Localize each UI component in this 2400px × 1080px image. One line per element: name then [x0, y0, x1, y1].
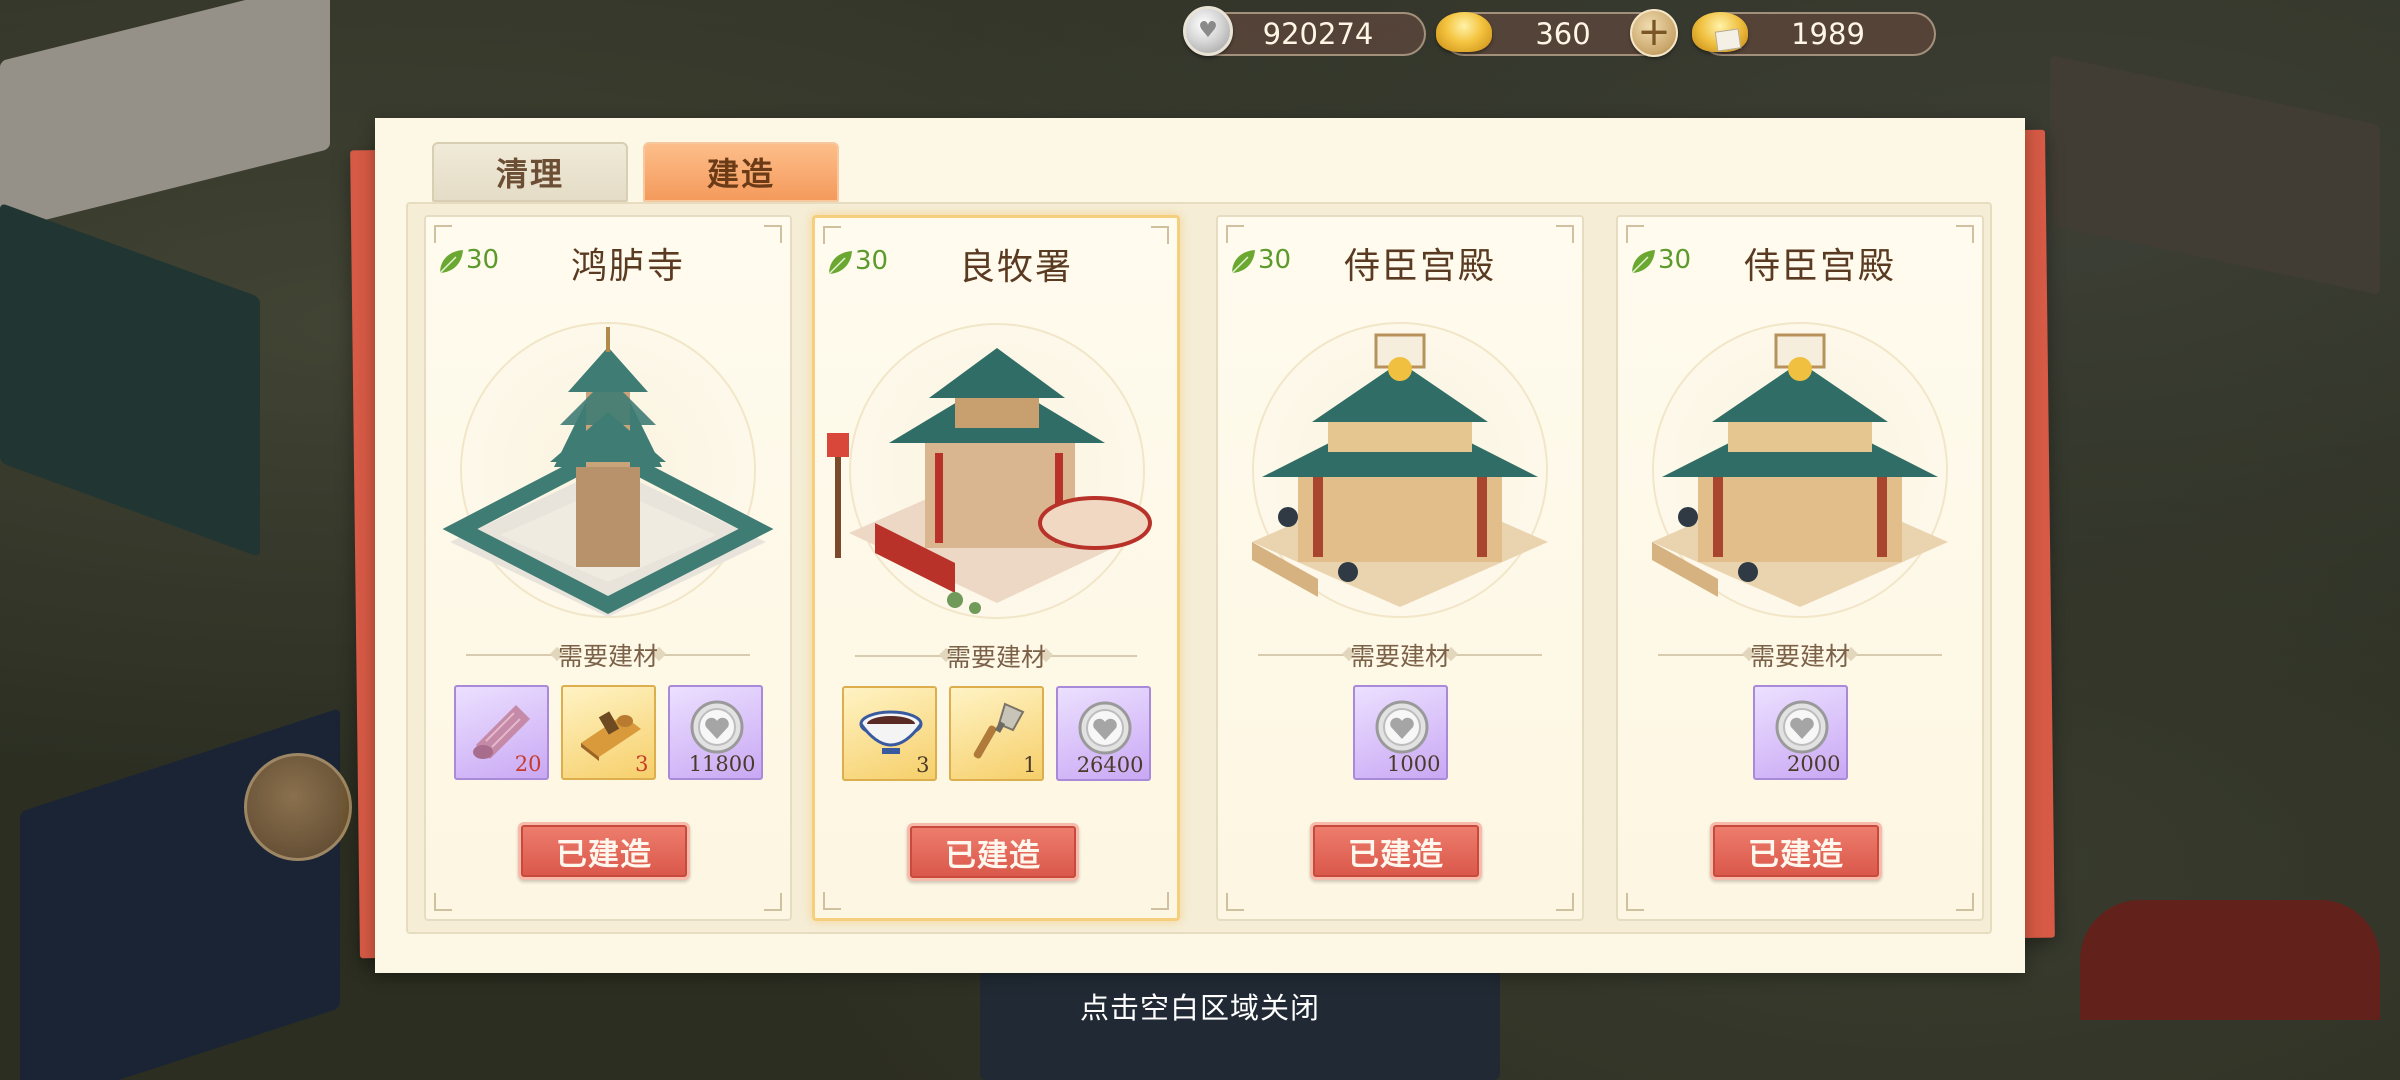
material-quantity: 2000: [1787, 752, 1841, 776]
material-quantity: 1000: [1387, 752, 1441, 776]
tab-build[interactable]: 建造: [643, 142, 839, 202]
building-card-3[interactable]: 30 侍臣宫殿 需要建材 1000 已建造: [1216, 215, 1584, 921]
materials-row: 3 1 26400: [815, 686, 1177, 781]
materials-row: 20 3 11800: [426, 685, 790, 780]
gold-amount: 360: [1535, 17, 1591, 51]
silver-coin-icon: [1183, 6, 1233, 56]
building-card-4[interactable]: 30 侍臣宫殿 需要建材 2000 已建造: [1616, 215, 1984, 921]
material-slot[interactable]: 26400: [1055, 686, 1151, 781]
building-name: 良牧署: [958, 247, 1073, 288]
silver-amount: 920274: [1262, 17, 1374, 51]
built-button[interactable]: 已建造: [518, 822, 690, 880]
materials-row: 1000: [1218, 685, 1582, 780]
material-slot[interactable]: 11800: [667, 685, 763, 780]
built-button[interactable]: 已建造: [1310, 822, 1482, 880]
gold-ticket-icon: [1692, 12, 1748, 52]
building-name: 鸿胪寺: [570, 246, 685, 287]
material-slot[interactable]: 1000: [1352, 685, 1448, 780]
building-name: 侍臣宫殿: [1743, 246, 1896, 287]
building-card-1[interactable]: 30 鸿胪寺 需要建材 20 3 11800 已建造: [424, 215, 792, 921]
materials-row: 2000: [1618, 685, 1982, 780]
gold-ingot-icon: [1436, 12, 1492, 52]
ticket-amount: 1989: [1791, 17, 1865, 51]
material-quantity: 1: [1023, 753, 1037, 777]
material-slot[interactable]: 1: [948, 686, 1044, 781]
material-slot[interactable]: 3: [841, 686, 937, 781]
material-quantity: 3: [635, 752, 649, 776]
close-hint-text: 点击空白区域关闭: [1079, 991, 1320, 1025]
required-materials-label: 需要建材: [945, 643, 1046, 672]
map-button[interactable]: [244, 753, 352, 861]
material-quantity: 20: [514, 752, 542, 776]
palace-building-image: [1652, 333, 1948, 607]
stable-office-building-image: [827, 348, 1152, 614]
material-quantity: 3: [916, 753, 930, 777]
tab-clean[interactable]: 清理: [432, 142, 628, 202]
pagoda-building-image: [442, 327, 774, 617]
built-button[interactable]: 已建造: [907, 823, 1079, 881]
required-materials-label: 需要建材: [557, 642, 658, 671]
material-slot[interactable]: 3: [560, 685, 656, 780]
palace-building-image: [1252, 333, 1548, 607]
material-slot[interactable]: 2000: [1752, 685, 1848, 780]
building-card-2[interactable]: 30 良牧署 需要建材 3 1 26400 已建造: [812, 215, 1180, 921]
material-quantity: 26400: [1076, 753, 1144, 777]
add-gold-button[interactable]: +: [1630, 9, 1678, 57]
required-materials-label: 需要建材: [1749, 642, 1850, 671]
building-name: 侍臣宫殿: [1343, 246, 1496, 287]
built-button[interactable]: 已建造: [1710, 822, 1882, 880]
material-slot[interactable]: 20: [453, 685, 549, 780]
material-quantity: 11800: [688, 752, 756, 776]
required-materials-label: 需要建材: [1349, 642, 1450, 671]
